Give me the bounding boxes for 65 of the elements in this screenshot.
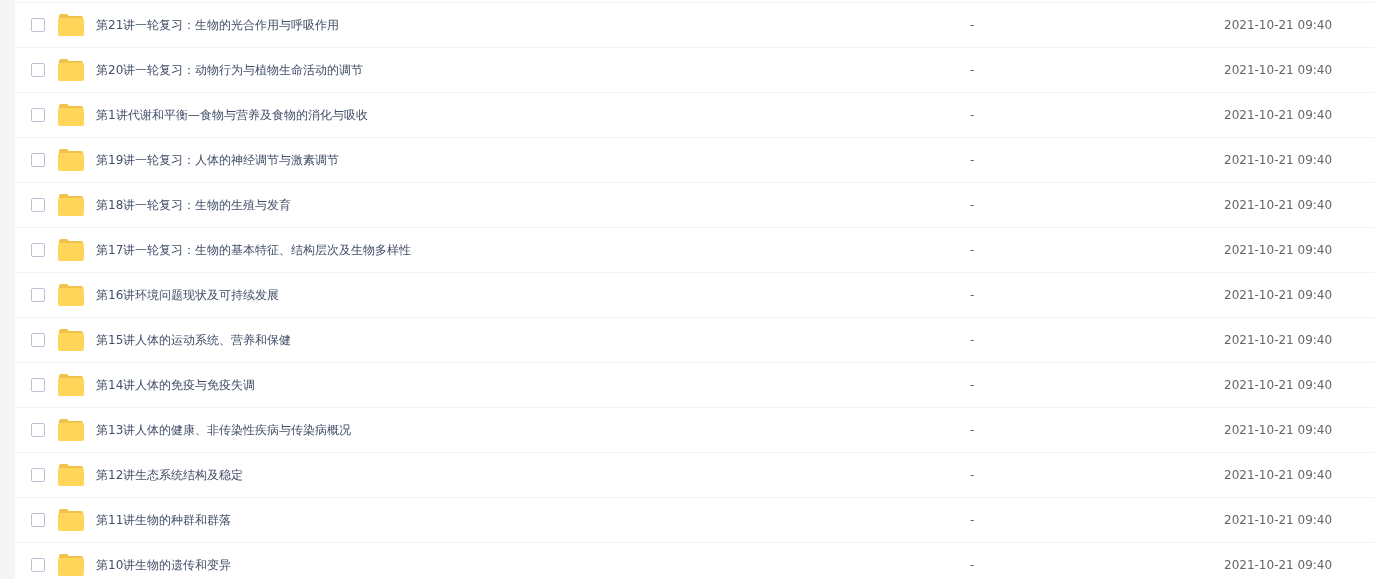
modified-date: 2021-10-21 09:40 (1224, 108, 1333, 122)
file-name[interactable]: 第10讲生物的遗传和变异 (96, 556, 970, 574)
modified-date: 2021-10-21 09:40 (1224, 18, 1333, 32)
checkbox[interactable] (31, 18, 45, 32)
folder-icon (58, 374, 84, 396)
folder-icon (58, 329, 84, 351)
checkbox[interactable] (31, 513, 45, 527)
file-size: - (970, 198, 976, 212)
checkbox[interactable] (31, 108, 45, 122)
checkbox[interactable] (31, 333, 45, 347)
modified-date: 2021-10-21 09:40 (1224, 288, 1333, 302)
modified-date: 2021-10-21 09:40 (1224, 558, 1333, 572)
file-size: - (970, 288, 976, 302)
file-size: - (970, 558, 976, 572)
file-name[interactable]: 第12讲生态系统结构及稳定 (96, 466, 970, 484)
file-size: - (970, 468, 976, 482)
checkbox[interactable] (31, 63, 45, 77)
folder-icon (58, 239, 84, 261)
file-name[interactable]: 第18讲一轮复习：生物的生殖与发育 (96, 196, 970, 214)
checkbox[interactable] (31, 153, 45, 167)
checkbox[interactable] (31, 198, 45, 212)
checkbox[interactable] (31, 468, 45, 482)
modified-date: 2021-10-21 09:40 (1224, 153, 1333, 167)
checkbox[interactable] (31, 288, 45, 302)
file-size: - (970, 333, 976, 347)
file-size: - (970, 378, 976, 392)
modified-date: 2021-10-21 09:40 (1224, 333, 1333, 347)
modified-date: 2021-10-21 09:40 (1224, 243, 1333, 257)
modified-date: 2021-10-21 09:40 (1224, 378, 1333, 392)
file-name[interactable]: 第19讲一轮复习：人体的神经调节与激素调节 (96, 151, 970, 169)
folder-icon (58, 14, 84, 36)
file-size: - (970, 513, 976, 527)
file-name[interactable]: 第20讲一轮复习：动物行为与植物生命活动的调节 (96, 61, 970, 79)
file-name[interactable]: 第1讲代谢和平衡—食物与营养及食物的消化与吸收 (96, 106, 970, 124)
checkbox[interactable] (31, 558, 45, 572)
file-name[interactable]: 第13讲人体的健康、非传染性疾病与传染病概况 (96, 421, 970, 439)
file-size: - (970, 243, 976, 257)
folder-icon (58, 284, 84, 306)
file-name[interactable]: 第17讲一轮复习：生物的基本特征、结构层次及生物多样性 (96, 241, 970, 259)
folder-icon (58, 194, 84, 216)
checkbox[interactable] (31, 423, 45, 437)
folder-icon (58, 464, 84, 486)
file-name[interactable]: 第11讲生物的种群和群落 (96, 511, 970, 529)
folder-icon (58, 104, 84, 126)
modified-date: 2021-10-21 09:40 (1224, 423, 1333, 437)
file-size: - (970, 108, 976, 122)
file-name[interactable]: 第15讲人体的运动系统、营养和保健 (96, 331, 970, 349)
file-size: - (970, 63, 976, 77)
file-size: - (970, 423, 976, 437)
modified-date: 2021-10-21 09:40 (1224, 198, 1333, 212)
file-name[interactable]: 第16讲环境问题现状及可持续发展 (96, 286, 970, 304)
modified-date: 2021-10-21 09:40 (1224, 63, 1333, 77)
checkbox[interactable] (31, 378, 45, 392)
file-size: - (970, 153, 976, 167)
folder-icon (58, 509, 84, 531)
folder-icon (58, 149, 84, 171)
file-name[interactable]: 第14讲人体的免疫与免疫失调 (96, 376, 970, 394)
folder-icon (58, 59, 84, 81)
modified-date: 2021-10-21 09:40 (1224, 513, 1333, 527)
folder-icon (58, 554, 84, 576)
file-size: - (970, 18, 976, 32)
folder-icon (58, 419, 84, 441)
file-name[interactable]: 第21讲一轮复习：生物的光合作用与呼吸作用 (96, 16, 970, 34)
modified-date: 2021-10-21 09:40 (1224, 468, 1333, 482)
checkbox[interactable] (31, 243, 45, 257)
